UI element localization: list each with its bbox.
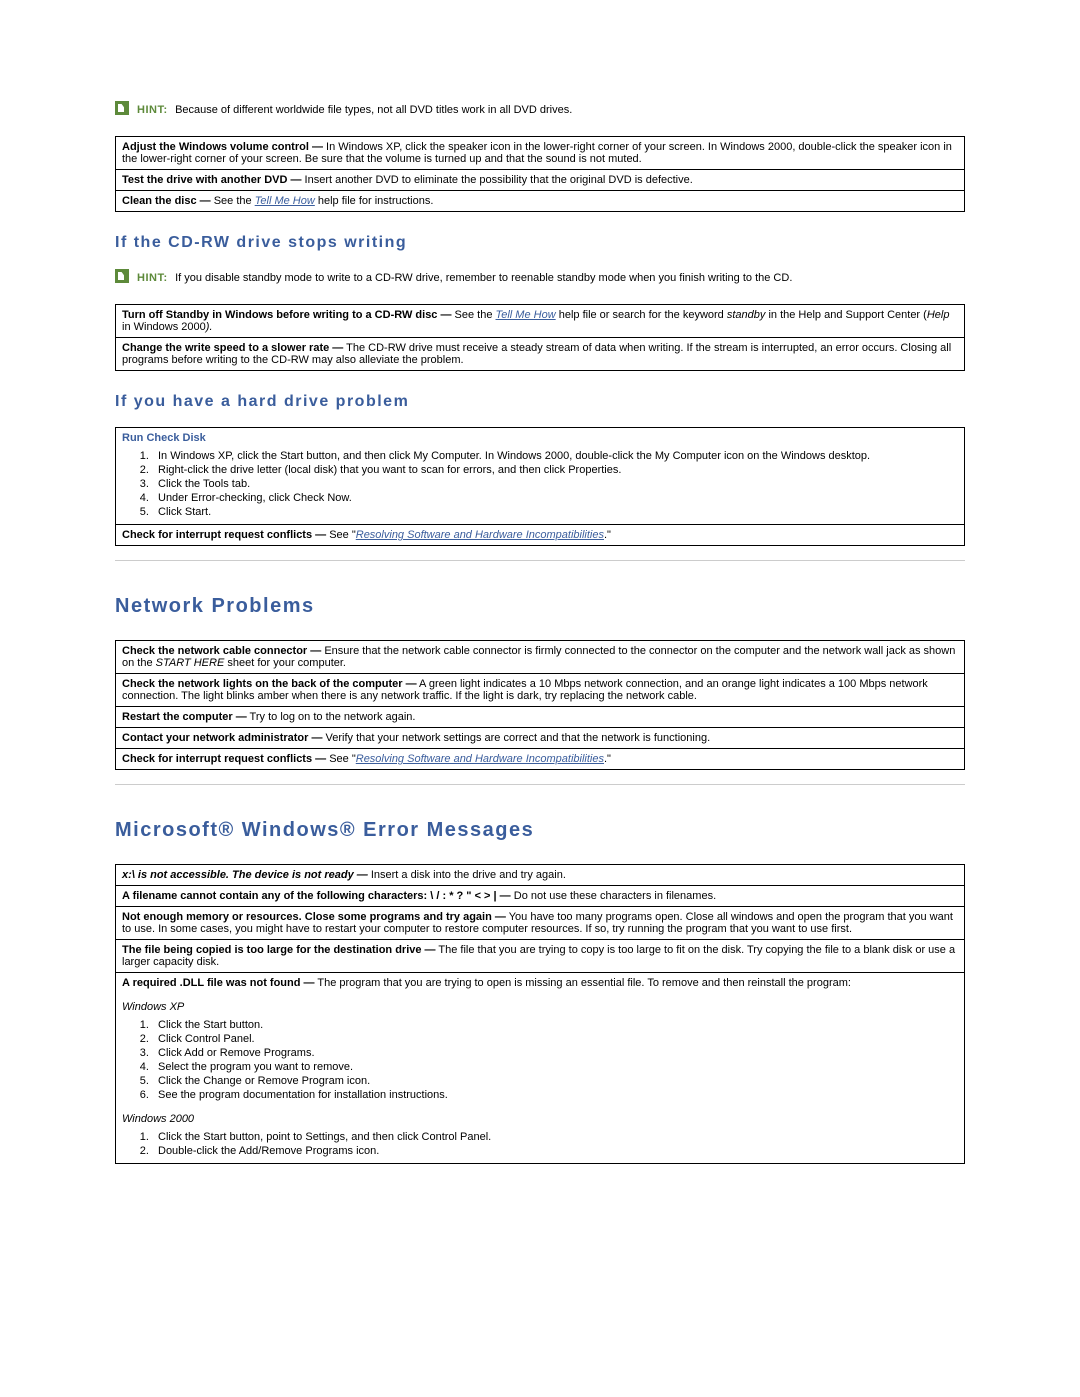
network-table: Check the network cable connector — Ensu… <box>115 640 965 770</box>
hint-icon <box>115 101 129 115</box>
heading-network: Network Problems <box>115 595 965 618</box>
cdrw-troubleshoot-table: Turn off Standby in Windows before writi… <box>115 304 965 371</box>
step-title: Check for interrupt request conflicts — <box>122 529 326 541</box>
hint-text: Because of different worldwide file type… <box>175 104 572 116</box>
list-item: Select the program you want to remove. <box>152 1061 958 1073</box>
os-label-2000: Windows 2000 <box>122 1113 958 1125</box>
step-title: Change the write speed to a slower rate … <box>122 342 343 354</box>
step-title: x:\ is not accessible. The device is not… <box>122 869 368 881</box>
divider <box>115 784 965 785</box>
step-title: Contact your network administrator — <box>122 732 322 744</box>
step-title: Check the network lights on the back of … <box>122 678 417 690</box>
step-text: See the <box>211 195 255 207</box>
divider <box>115 560 965 561</box>
step-title: Adjust the Windows volume control — <box>122 141 323 153</box>
list-item: See the program documentation for instal… <box>152 1089 958 1101</box>
step-title: The file being copied is too large for t… <box>122 944 436 956</box>
step-title: Restart the computer — <box>122 711 247 723</box>
heading-error-messages: Microsoft® Windows® Error Messages <box>115 819 965 842</box>
step-title: Check the network cable connector — <box>122 645 321 657</box>
list-item: Click the Tools tab. <box>152 478 958 490</box>
hint-icon <box>115 269 129 283</box>
list-item: In Windows XP, click the Start button, a… <box>152 450 958 462</box>
step-title: Clean the disc — <box>122 195 211 207</box>
hard-drive-table: Run Check Disk In Windows XP, click the … <box>115 427 965 546</box>
incompatibilities-link[interactable]: Resolving Software and Hardware Incompat… <box>356 529 604 541</box>
run-check-disk-title: Run Check Disk <box>122 432 958 444</box>
step-title: A required .DLL file was not found — <box>122 977 315 989</box>
dvd-troubleshoot-table: Adjust the Windows volume control — In W… <box>115 136 965 212</box>
hint-dvd-filetypes: HINT: Because of different worldwide fil… <box>115 100 965 118</box>
document-page: HINT: Because of different worldwide fil… <box>0 0 1080 1397</box>
list-item: Click the Change or Remove Program icon. <box>152 1075 958 1087</box>
list-item: Right-click the drive letter (local disk… <box>152 464 958 476</box>
step-title: Check for interrupt request conflicts — <box>122 753 326 765</box>
incompatibilities-link[interactable]: Resolving Software and Hardware Incompat… <box>356 753 604 765</box>
list-item: Click the Start button, point to Setting… <box>152 1131 958 1143</box>
os-label-xp: Windows XP <box>122 1001 958 1013</box>
tell-me-how-link[interactable]: Tell Me How <box>496 309 556 321</box>
step-title: Turn off Standby in Windows before writi… <box>122 309 451 321</box>
list-item: Click Control Panel. <box>152 1033 958 1045</box>
hint-standby: HINT: If you disable standby mode to wri… <box>115 268 965 286</box>
heading-hard-drive: If you have a hard drive problem <box>115 393 965 411</box>
step-title: Test the drive with another DVD — <box>122 174 302 186</box>
error-messages-table: x:\ is not accessible. The device is not… <box>115 864 965 1164</box>
step-text: Insert another DVD to eliminate the poss… <box>302 174 693 186</box>
tell-me-how-link[interactable]: Tell Me How <box>255 195 315 207</box>
step-title: A filename cannot contain any of the fol… <box>122 890 511 902</box>
step-title: Not enough memory or resources. Close so… <box>122 911 506 923</box>
heading-cdrw: If the CD-RW drive stops writing <box>115 234 965 252</box>
list-item: Click Add or Remove Programs. <box>152 1047 958 1059</box>
list-item: Under Error-checking, click Check Now. <box>152 492 958 504</box>
step-text: help file for instructions. <box>315 195 434 207</box>
hint-label: HINT: <box>137 104 168 116</box>
hint-text: If you disable standby mode to write to … <box>175 272 792 284</box>
list-item: Click the Start button. <box>152 1019 958 1031</box>
list-item: Click Start. <box>152 506 958 518</box>
list-item: Double-click the Add/Remove Programs ico… <box>152 1145 958 1157</box>
hint-label: HINT: <box>137 272 168 284</box>
